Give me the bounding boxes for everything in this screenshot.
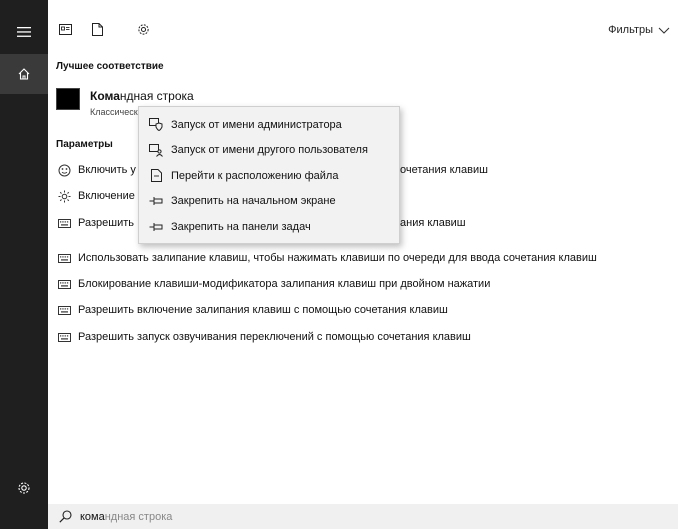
best-match-title: Командная строка <box>90 89 194 103</box>
settings-result-row[interactable]: Блокирование клавиши-модификатора залипа… <box>48 272 678 296</box>
hamburger-menu-icon[interactable] <box>0 14 48 50</box>
keyboard-icon <box>56 253 72 263</box>
chevron-down-icon <box>658 27 670 34</box>
settings-result-row[interactable]: Разрешить включение залипания клавиш с п… <box>48 298 678 322</box>
pin-icon <box>149 220 163 234</box>
best-match-subtitle: Классическ <box>90 107 138 117</box>
best-match-heading: Лучшее соответствие <box>56 61 164 72</box>
keyboard-icon <box>56 279 72 289</box>
run-as-admin-icon <box>149 118 163 132</box>
settings-result-text: Разрешить <box>78 217 134 229</box>
settings-result-text-right: ания клавиш <box>400 217 466 229</box>
best-match-title-bold: Кома <box>90 89 120 103</box>
search-suggestion-text: ндная строка <box>104 510 173 523</box>
settings-result-text: Разрешить включение залипания клавиш с п… <box>78 304 448 316</box>
brightness-icon <box>56 190 72 203</box>
context-menu-label: Запуск от имени другого пользователя <box>171 144 368 157</box>
apps-icon[interactable] <box>58 22 72 36</box>
keyboard-icon <box>56 305 72 315</box>
keyboard-icon <box>56 218 72 228</box>
context-menu-label: Запуск от имени администратора <box>171 118 342 131</box>
settings-result-row[interactable]: Разрешить запуск озвучивания переключени… <box>48 325 678 349</box>
home-icon[interactable] <box>0 54 48 94</box>
settings-icon[interactable] <box>136 22 150 36</box>
search-top-bar: Фильтры <box>48 0 678 48</box>
command-prompt-app-icon <box>56 88 80 110</box>
start-left-bar <box>0 0 48 529</box>
best-match-title-rest: ндная строка <box>119 89 194 103</box>
settings-result-text: Использовать залипание клавиш, чтобы наж… <box>78 252 597 264</box>
filters-label: Фильтры <box>608 24 653 36</box>
filters-dropdown[interactable]: Фильтры <box>608 24 670 36</box>
context-menu: Запуск от имени администратора Запуск от… <box>138 106 400 244</box>
context-menu-item-pin-to-start[interactable]: Закрепить на начальном экране <box>139 189 399 215</box>
context-menu-item-pin-to-taskbar[interactable]: Закрепить на панели задач <box>139 214 399 240</box>
pin-icon <box>149 194 163 208</box>
context-menu-item-run-as-admin[interactable]: Запуск от имени администратора <box>139 112 399 138</box>
settings-result-text: Разрешить запуск озвучивания переключени… <box>78 331 471 343</box>
settings-result-text: Включение <box>78 190 135 202</box>
settings-result-text: Блокирование клавиши-модификатора залипа… <box>78 278 491 290</box>
context-menu-label: Перейти к расположению файла <box>171 169 339 182</box>
context-menu-label: Закрепить на начальном экране <box>171 195 336 208</box>
open-file-location-icon <box>149 169 163 183</box>
settings-result-row[interactable]: Использовать залипание клавиш, чтобы наж… <box>48 246 678 270</box>
settings-gear-icon[interactable] <box>0 470 48 506</box>
search-icon <box>58 510 72 524</box>
context-menu-item-open-file-location[interactable]: Перейти к расположению файла <box>139 163 399 189</box>
context-menu-item-run-as-user[interactable]: Запуск от имени другого пользователя <box>139 138 399 164</box>
keyboard-icon <box>56 332 72 342</box>
documents-icon[interactable] <box>90 22 104 36</box>
context-menu-label: Закрепить на панели задач <box>171 220 311 233</box>
search-typed-text: кома <box>80 510 105 523</box>
settings-result-text: Включить у <box>78 164 136 176</box>
run-as-user-icon <box>149 143 163 157</box>
settings-result-text-right: очетания клавиш <box>400 164 488 176</box>
search-box[interactable]: кома ндная строка <box>48 504 678 529</box>
keyboard-shortcut-icon <box>56 164 72 177</box>
settings-heading: Параметры <box>56 139 113 150</box>
